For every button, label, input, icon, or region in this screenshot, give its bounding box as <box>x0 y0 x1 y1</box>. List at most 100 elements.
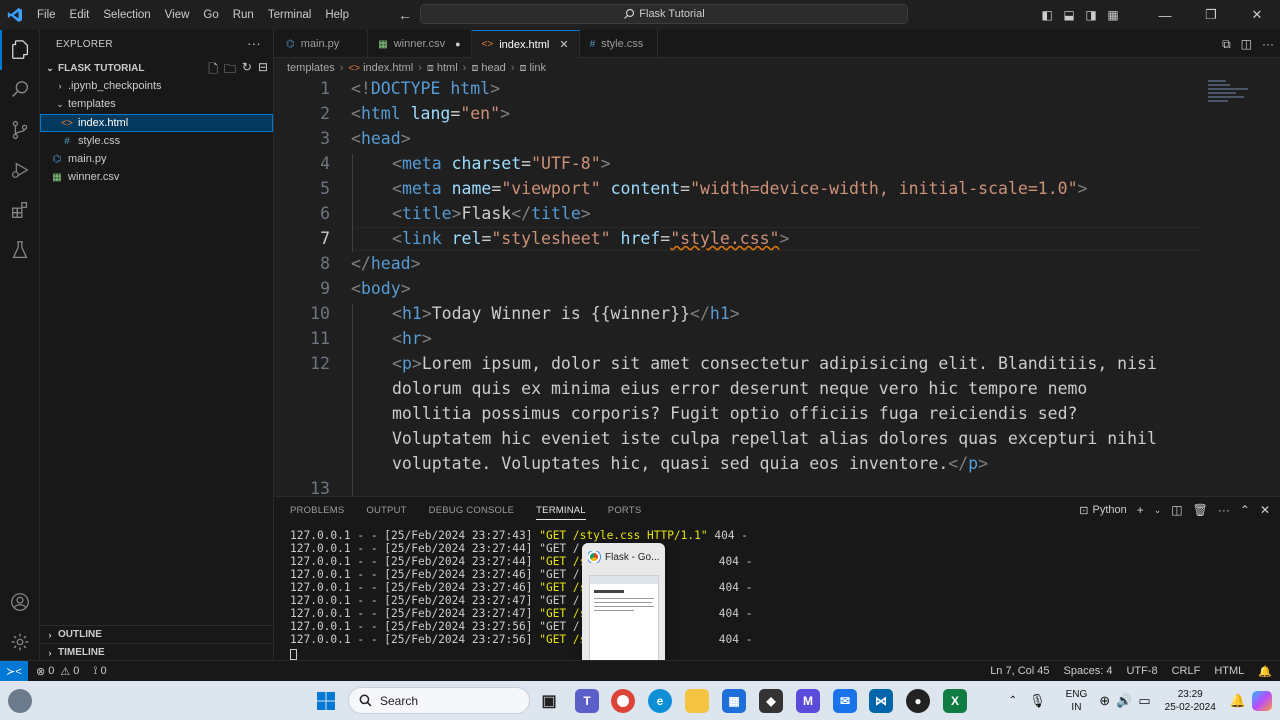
task-view-icon[interactable]: ▣ <box>537 689 561 713</box>
source-control-icon[interactable] <box>0 110 40 150</box>
code-editor[interactable]: 1 2 3 4 5 6 7 8 9 10 11 12 13 <!DOCTYPE … <box>274 78 1280 496</box>
microphone-icon[interactable]: 🎙 <box>1029 693 1046 709</box>
ports-status[interactable]: ⟟ 0 <box>93 665 106 678</box>
encoding[interactable]: UTF-8 <box>1126 665 1157 677</box>
more-actions-icon[interactable]: ··· <box>1218 503 1230 517</box>
outline-section[interactable]: › OUTLINE <box>40 625 274 643</box>
chrome-taskbar-icon[interactable] <box>611 689 635 713</box>
remote-indicator-icon[interactable]: ≻< <box>0 660 28 682</box>
menu-terminal[interactable]: Terminal <box>261 0 318 30</box>
tab-style-css[interactable]: # style.css <box>580 30 659 58</box>
end-of-line[interactable]: CRLF <box>1172 665 1201 677</box>
store-icon[interactable]: ▦ <box>722 689 746 713</box>
run-debug-icon[interactable] <box>0 150 40 190</box>
menu-file[interactable]: File <box>30 0 63 30</box>
explorer-icon[interactable] <box>0 30 40 70</box>
tab-output[interactable]: OUTPUT <box>366 505 406 516</box>
menu-help[interactable]: Help <box>318 0 356 30</box>
minimize-button[interactable]: — <box>1142 8 1188 23</box>
tree-item-winner-csv[interactable]: ▦ winner.csv <box>40 168 273 186</box>
back-arrow-icon[interactable]: ← <box>394 7 416 23</box>
tab-terminal[interactable]: TERMINAL <box>536 501 586 520</box>
maximize-panel-icon[interactable]: ⌃ <box>1240 503 1250 517</box>
tab-ports[interactable]: PORTS <box>608 505 642 516</box>
menu-go[interactable]: Go <box>196 0 225 30</box>
breadcrumb-head[interactable]: head <box>481 62 505 74</box>
chevron-down-icon[interactable]: ⌄ <box>1154 505 1162 516</box>
menu-edit[interactable]: Edit <box>63 0 97 30</box>
tree-item-templates[interactable]: ⌄ templates <box>40 95 273 113</box>
menu-view[interactable]: View <box>158 0 197 30</box>
cursor-position[interactable]: Ln 7, Col 45 <box>990 665 1049 677</box>
extensions-icon[interactable] <box>0 190 40 230</box>
breadcrumb-index-html[interactable]: index.html <box>363 62 413 74</box>
file-explorer-icon[interactable] <box>685 689 709 713</box>
settings-gear-icon[interactable] <box>0 622 40 662</box>
breadcrumb-templates[interactable]: templates <box>287 62 335 74</box>
split-editor-icon[interactable]: ◫ <box>1241 37 1252 51</box>
unsaved-dot-icon[interactable]: ● <box>455 39 460 49</box>
close-window-button[interactable]: ✕ <box>1234 7 1280 23</box>
tab-problems[interactable]: PROBLEMS <box>290 505 344 516</box>
trash-icon[interactable]: 🗑 <box>1193 503 1208 517</box>
taskbar-search[interactable]: Search <box>348 687 530 714</box>
more-actions-icon[interactable]: ··· <box>1262 37 1274 51</box>
terminal-shell-selector[interactable]: ⊡ Python <box>1079 504 1126 517</box>
breadcrumb-link[interactable]: link <box>529 62 546 74</box>
app-editor-icon[interactable]: M <box>796 689 820 713</box>
tree-item-ipynb-checkpoints[interactable]: › .ipynb_checkpoints <box>40 77 273 95</box>
tab-debug-console[interactable]: DEBUG CONSOLE <box>429 505 514 516</box>
volume-icon[interactable]: 🔊 <box>1116 693 1132 709</box>
app-cube-icon[interactable]: ◆ <box>759 689 783 713</box>
open-preview-icon[interactable]: ⧉ <box>1222 37 1231 52</box>
command-center-search[interactable]: Flask Tutorial <box>420 4 908 24</box>
csv-icon: ▦ <box>378 38 388 50</box>
split-terminal-icon[interactable]: ◫ <box>1171 503 1182 517</box>
account-icon[interactable] <box>0 582 40 622</box>
show-hidden-icons-chevron-icon[interactable]: ⌃ <box>1009 695 1017 706</box>
github-icon[interactable]: ● <box>906 689 930 713</box>
close-panel-icon[interactable]: ✕ <box>1260 503 1270 517</box>
tab-index-html[interactable]: <> index.html ✕ <box>471 30 580 58</box>
tab-winner-csv[interactable]: ▦ winner.csv ● <box>368 30 472 58</box>
windows-start-icon[interactable] <box>314 689 338 713</box>
chrome-window-preview[interactable]: Flask - Go... <box>582 543 665 670</box>
problems-status[interactable]: ⊗ 0 ⚠ 0 <box>36 665 79 678</box>
battery-icon[interactable]: ▭ <box>1138 693 1150 709</box>
menu-selection[interactable]: Selection <box>96 0 157 30</box>
copilot-icon[interactable] <box>1252 690 1272 711</box>
excel-icon[interactable]: X <box>943 689 967 713</box>
testing-flask-icon[interactable] <box>0 230 40 270</box>
notification-bell-icon[interactable]: 🔔 <box>1230 693 1246 709</box>
search-view-icon[interactable] <box>0 70 40 110</box>
taskbar-clock[interactable]: 23:29 25-02-2024 <box>1165 688 1216 714</box>
vscode-taskbar-icon[interactable]: ⋈ <box>869 689 893 713</box>
tree-item-style-css[interactable]: # style.css <box>40 132 273 150</box>
more-actions-icon[interactable]: ··· <box>247 36 261 51</box>
maximize-button[interactable]: ❐ <box>1188 7 1234 23</box>
language-mode[interactable]: HTML <box>1214 665 1244 677</box>
teams-icon[interactable]: T <box>575 689 599 713</box>
indentation[interactable]: Spaces: 4 <box>1064 665 1113 677</box>
customize-layout-icon[interactable]: ▦ <box>1102 8 1124 22</box>
toggle-primary-sidebar-icon[interactable]: ◧ <box>1036 8 1058 22</box>
breadcrumb-html[interactable]: html <box>437 62 458 74</box>
notifications-bell-icon[interactable]: 🔔 <box>1258 665 1272 678</box>
weather-widget-icon[interactable] <box>8 689 32 713</box>
toggle-secondary-sidebar-icon[interactable]: ◨ <box>1080 8 1102 22</box>
minimap[interactable] <box>1202 78 1280 496</box>
language-indicator[interactable]: ENG IN <box>1066 688 1088 714</box>
close-tab-icon[interactable]: ✕ <box>559 38 568 51</box>
search-label: Flask Tutorial <box>639 8 705 20</box>
edge-icon[interactable]: e <box>648 689 672 713</box>
toggle-panel-icon[interactable]: ⬓ <box>1058 8 1080 22</box>
tab-main-py[interactable]: ⌬ main.py <box>274 30 369 58</box>
tree-item-index-html[interactable]: <> index.html <box>40 114 273 132</box>
network-icon[interactable]: ⊕ <box>1099 693 1110 709</box>
menu-run[interactable]: Run <box>226 0 261 30</box>
tree-item-main-py[interactable]: ⌬ main.py <box>40 150 273 168</box>
mail-icon[interactable]: ✉ <box>833 689 857 713</box>
new-terminal-icon[interactable]: + <box>1137 503 1144 517</box>
workspace-folder[interactable]: ⌄ FLASK TUTORIAL 🗋 🗀 ↻ ⊟ <box>40 58 274 78</box>
timeline-section[interactable]: › TIMELINE <box>40 643 274 661</box>
